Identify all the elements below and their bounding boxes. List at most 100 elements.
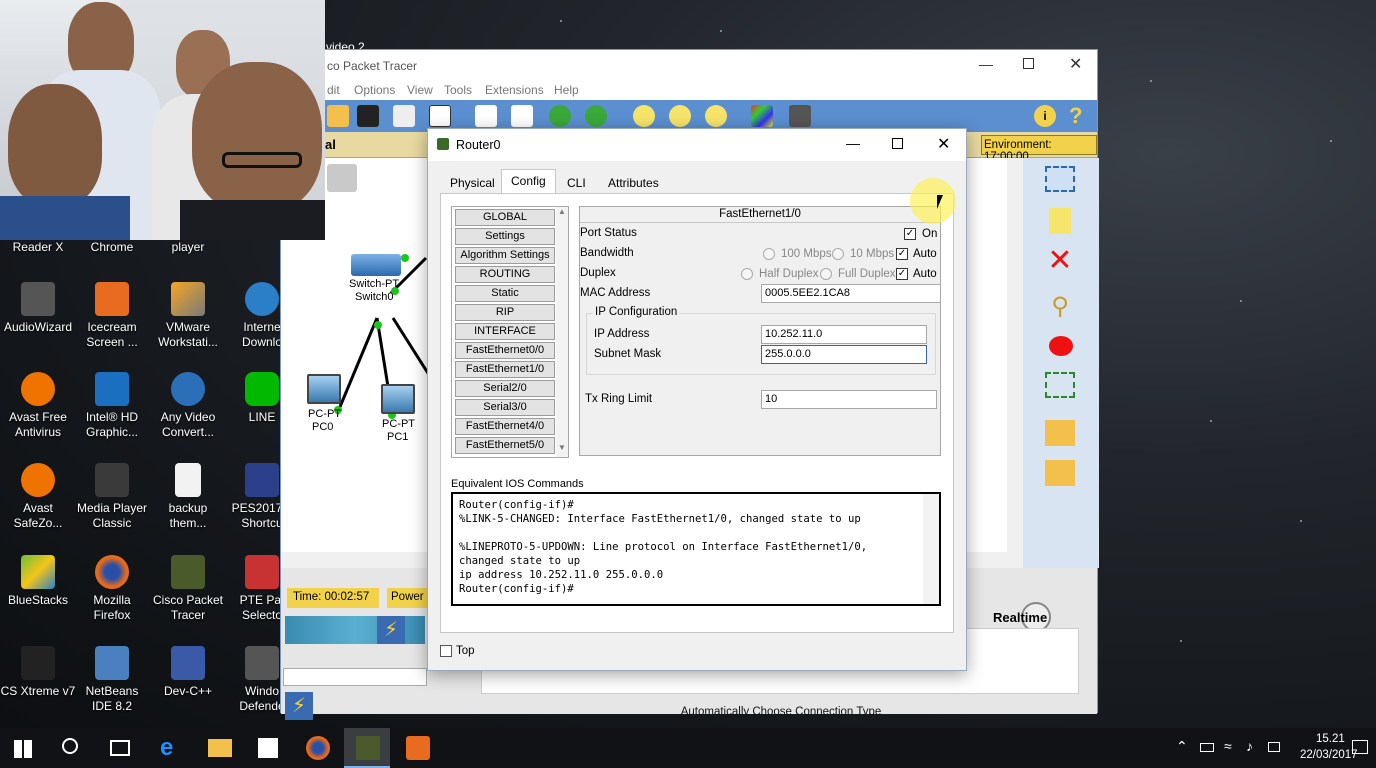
store-icon[interactable] (258, 738, 278, 758)
clock-time[interactable]: 15.21 (1316, 733, 1345, 745)
nav-algorithm-settings[interactable]: Algorithm Settings (455, 247, 555, 264)
nav-fastethernet5-0[interactable]: FastEthernet5/0 (455, 437, 555, 454)
paste-icon[interactable] (511, 105, 533, 127)
desktop-icon-any-video[interactable]: Any Video Convert... (150, 372, 226, 440)
palette-icon[interactable] (751, 105, 773, 127)
menu-extensions[interactable]: Extensions (485, 83, 544, 97)
close-icon[interactable]: ✕ (1069, 54, 1082, 74)
print-icon[interactable] (393, 105, 415, 127)
firefox-taskbar-icon[interactable] (306, 736, 330, 760)
ip-address-field[interactable]: 10.252.11.0 (761, 325, 927, 344)
desktop-icon-cs-xtreme[interactable]: CS Xtreme v7 (0, 646, 76, 699)
desktop-icon-vmware[interactable]: VMware Workstati... (150, 282, 226, 350)
minimize-icon[interactable]: — (979, 56, 993, 72)
maximize-icon[interactable] (1023, 58, 1034, 69)
resize-icon[interactable] (1045, 372, 1075, 398)
auto-connection-icon[interactable]: ⚡ (285, 692, 313, 720)
minimize-icon[interactable]: — (846, 135, 860, 151)
note-icon[interactable] (1049, 208, 1071, 234)
file-explorer-icon[interactable] (208, 739, 232, 757)
save-icon[interactable] (357, 105, 379, 127)
switch-icon[interactable] (351, 254, 401, 276)
menu-options[interactable]: Options (354, 83, 395, 97)
top-checkbox[interactable] (440, 645, 452, 657)
nav-fastethernet4-0[interactable]: FastEthernet4/0 (455, 418, 555, 435)
nav-interface[interactable]: INTERFACE (455, 323, 555, 340)
half-duplex-radio[interactable] (741, 268, 753, 280)
desktop-icon-firefox[interactable]: Mozilla Firefox (74, 555, 150, 623)
desktop-icon-mpc[interactable]: Media Player Classic (74, 463, 150, 531)
desktop-icon-reader-x[interactable]: Reader X (0, 240, 76, 255)
chevron-down-icon[interactable]: ▼ (556, 443, 568, 452)
port-status-checkbox[interactable]: ✓ (904, 228, 916, 240)
custom-device-icon[interactable] (789, 105, 811, 127)
desktop-icon-audiowizard[interactable]: AudioWizard (0, 282, 76, 335)
zoom-out-icon[interactable] (705, 105, 727, 127)
console-scrollbar[interactable] (923, 494, 939, 604)
realtime-tab[interactable]: Realtime (993, 610, 1047, 625)
desktop-icon-backup[interactable]: backup them... (150, 463, 226, 531)
nav-settings[interactable]: Settings (455, 228, 555, 245)
maximize-icon[interactable] (892, 138, 903, 149)
desktop-icon-devcpp[interactable]: Dev-C++ (150, 646, 226, 699)
icecream-taskbar-icon[interactable] (406, 736, 430, 760)
open-icon[interactable] (327, 105, 349, 127)
menu-help[interactable]: Help (554, 83, 579, 97)
bandwidth-auto-checkbox[interactable]: ✓ (896, 248, 908, 260)
ios-commands-console[interactable]: Router(config-if)# %LINK-5-CHANGED: Inter… (451, 492, 941, 606)
battery-icon[interactable] (1200, 743, 1214, 752)
menu-view[interactable]: View (407, 83, 433, 97)
task-view-icon[interactable] (110, 740, 130, 756)
nav-serial2-0[interactable]: Serial2/0 (455, 380, 555, 397)
select-icon[interactable] (1045, 166, 1075, 192)
tab-attributes[interactable]: Attributes (598, 171, 669, 193)
device-search-field[interactable] (283, 668, 427, 686)
info-icon[interactable]: i (1034, 105, 1056, 127)
connections-lightning-icon[interactable]: ⚡ (377, 616, 405, 644)
desktop-icon-chrome[interactable]: Chrome (74, 240, 150, 255)
wizard-icon[interactable] (429, 105, 451, 127)
bandwidth-10-radio[interactable] (832, 248, 844, 260)
pc0-icon[interactable] (307, 374, 341, 404)
inspect-icon[interactable]: ⚲ (1045, 292, 1075, 320)
windows-start-icon[interactable] (14, 740, 32, 758)
close-icon[interactable]: ✕ (937, 134, 950, 154)
notification-center-icon[interactable] (1352, 740, 1368, 754)
environment-label[interactable]: Environment: 17:00:00 (981, 135, 1097, 163)
keyboard-icon[interactable] (1268, 742, 1280, 752)
desktop-icon-bluestacks[interactable]: BlueStacks (0, 555, 76, 608)
delete-icon[interactable]: ✕ (1045, 246, 1075, 276)
add-simple-pdu-icon[interactable] (1045, 420, 1075, 446)
mac-address-field[interactable]: 0005.5EE2.1CA8 (761, 284, 941, 303)
nav-routing[interactable]: ROUTING (455, 266, 555, 283)
subnet-mask-field[interactable]: 255.0.0.0 (761, 345, 927, 364)
desktop-icon-avast-safezone[interactable]: Avast SafeZo... (0, 463, 76, 531)
nav-serial3-0[interactable]: Serial3/0 (455, 399, 555, 416)
menu-edit[interactable]: dit (327, 83, 340, 97)
nav-fastethernet0-0[interactable]: FastEthernet0/0 (455, 342, 555, 359)
edge-icon[interactable]: e (160, 736, 184, 760)
power-cycle-button[interactable]: Power (387, 588, 427, 608)
nav-fastethernet1-0[interactable]: FastEthernet1/0 (455, 361, 555, 378)
workspace-vscrollbar[interactable] (1007, 158, 1023, 568)
redo-icon[interactable] (585, 105, 607, 127)
nav-rip[interactable]: RIP (455, 304, 555, 321)
tab-config[interactable]: Config (501, 169, 556, 193)
copy-icon[interactable] (475, 105, 497, 127)
tab-cli[interactable]: CLI (557, 171, 596, 193)
duplex-auto-checkbox[interactable]: ✓ (896, 268, 908, 280)
desktop-icon-icecream[interactable]: Icecream Screen ... (74, 282, 150, 350)
desktop-icon-netbeans[interactable]: NetBeans IDE 8.2 (74, 646, 150, 714)
nav-global[interactable]: GLOBAL (455, 209, 555, 226)
wifi-icon[interactable]: ≈ (1224, 738, 1232, 754)
chevron-up-icon[interactable]: ⌃ (1176, 738, 1188, 755)
undo-icon[interactable] (549, 105, 571, 127)
nav-scrollbar[interactable]: ▲ (556, 207, 568, 457)
tx-ring-limit-field[interactable]: 10 (761, 390, 937, 409)
volume-icon[interactable]: ♪ (1246, 738, 1253, 754)
clock-date[interactable]: 22/03/2017 (1300, 749, 1358, 761)
full-duplex-radio[interactable] (820, 268, 832, 280)
search-icon[interactable] (62, 738, 78, 754)
menu-tools[interactable]: Tools (444, 83, 472, 97)
zoom-reset-icon[interactable] (669, 105, 691, 127)
